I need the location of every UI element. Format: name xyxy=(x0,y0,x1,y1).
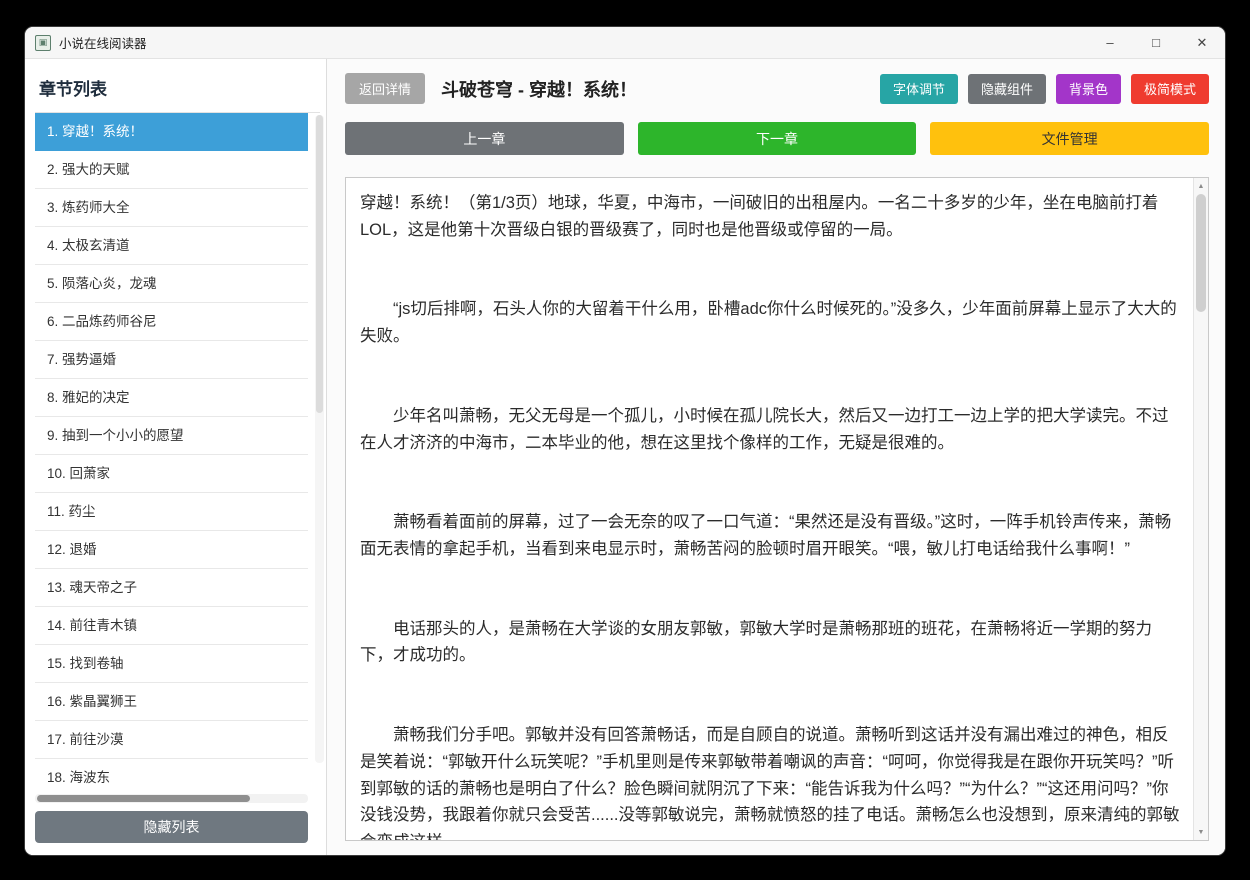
paragraph: 少年名叫萧畅，无父无母是一个孤儿，小时候在孤儿院长大，然后又一边打工一边上学的把… xyxy=(360,406,1169,452)
font-adjust-button[interactable]: 字体调节 xyxy=(879,73,958,104)
back-to-details-button[interactable]: 返回详情 xyxy=(345,73,426,104)
chapter-item[interactable]: 14. 前往青木镇 xyxy=(35,607,308,645)
chapter-item[interactable]: 10. 回萧家 xyxy=(35,455,308,493)
scroll-down-icon[interactable]: ▼ xyxy=(1194,825,1208,839)
chapter-item[interactable]: 18. 海波东 xyxy=(35,759,308,790)
hide-widgets-button[interactable]: 隐藏组件 xyxy=(967,73,1046,104)
minimal-mode-button[interactable]: 极简模式 xyxy=(1130,73,1209,104)
chapter-item[interactable]: 2. 强大的天赋 xyxy=(35,151,308,189)
maximize-button[interactable]: □ xyxy=(1133,27,1179,58)
sidebar-horizontal-scrollbar-thumb[interactable] xyxy=(37,795,250,802)
app-window: ▣ 小说在线阅读器 – □ ✕ 章节列表 1. 穿越！系统！ 2. 强大的天赋 … xyxy=(25,27,1225,855)
chapter-item[interactable]: 4. 太极玄清道 xyxy=(35,227,308,265)
sidebar-horizontal-scrollbar[interactable] xyxy=(35,794,308,803)
chapter-sidebar: 章节列表 1. 穿越！系统！ 2. 强大的天赋 3. 炼药师大全 4. 太极玄清… xyxy=(25,59,327,855)
sidebar-vertical-scrollbar-thumb[interactable] xyxy=(316,115,323,414)
reader-scrollbar-thumb[interactable] xyxy=(1196,194,1206,312)
paragraph: 电话那头的人，是萧畅在大学谈的女朋友郭敏，郭敏大学时是萧畅那班的班花，在萧畅将近… xyxy=(360,619,1152,665)
chapter-item[interactable]: 1. 穿越！系统！ xyxy=(35,113,308,151)
minimize-button[interactable]: – xyxy=(1087,27,1133,58)
chapter-item[interactable]: 12. 退婚 xyxy=(35,531,308,569)
chapter-list[interactable]: 1. 穿越！系统！ 2. 强大的天赋 3. 炼药师大全 4. 太极玄清道 5. … xyxy=(35,113,308,790)
toolbar: 字体调节 隐藏组件 背景色 极简模式 xyxy=(879,73,1209,104)
chapter-item[interactable]: 6. 二品炼药师谷尼 xyxy=(35,303,308,341)
chapter-item[interactable]: 5. 陨落心炎，龙魂 xyxy=(35,265,308,303)
chapter-item[interactable]: 9. 抽到一个小小的愿望 xyxy=(35,417,308,455)
window-title: 小说在线阅读器 xyxy=(59,37,147,51)
chapter-item[interactable]: 7. 强势逼婚 xyxy=(35,341,308,379)
paragraph: 萧畅我们分手吧。郭敏并没有回答萧畅话，而是自顾自的说道。萧畅听到这话并没有漏出难… xyxy=(360,726,1180,840)
next-chapter-button[interactable]: 下一章 xyxy=(637,122,917,155)
novel-text: 穿越！系统！（第1/3页）地球，华夏，中海市，一间破旧的出租屋内。一名二十多岁的… xyxy=(346,178,1193,840)
file-manage-button[interactable]: 文件管理 xyxy=(930,122,1210,155)
window-controls: – □ ✕ xyxy=(1087,27,1225,58)
scroll-up-icon[interactable]: ▲ xyxy=(1194,179,1208,193)
close-button[interactable]: ✕ xyxy=(1179,27,1225,58)
book-chapter-title: 斗破苍穹 - 穿越！系统！ xyxy=(441,79,638,100)
chapter-item[interactable]: 13. 魂天帝之子 xyxy=(35,569,308,607)
app-body: 章节列表 1. 穿越！系统！ 2. 强大的天赋 3. 炼药师大全 4. 太极玄清… xyxy=(25,59,1225,855)
reader-content-area[interactable]: 穿越！系统！（第1/3页）地球，华夏，中海市，一间破旧的出租屋内。一名二十多岁的… xyxy=(345,177,1209,841)
sidebar-header: 章节列表 xyxy=(35,69,320,113)
paragraph: “js切后排啊，石头人你的大留着干什么用，卧槽adc你什么时候死的。”没多久，少… xyxy=(360,300,1177,346)
desktop-background: ▣ 小说在线阅读器 – □ ✕ 章节列表 1. 穿越！系统！ 2. 强大的天赋 … xyxy=(0,0,1250,880)
hide-list-button[interactable]: 隐藏列表 xyxy=(35,811,308,843)
paragraph: 穿越！系统！（第1/3页）地球，华夏，中海市，一间破旧的出租屋内。一名二十多岁的… xyxy=(360,194,1159,239)
chapter-item[interactable]: 8. 雅妃的决定 xyxy=(35,379,308,417)
prev-chapter-button[interactable]: 上一章 xyxy=(345,122,624,155)
chapter-item[interactable]: 15. 找到卷轴 xyxy=(35,645,308,683)
reader-header: 返回详情 斗破苍穹 - 穿越！系统！ 字体调节 隐藏组件 背景色 极简模式 xyxy=(345,73,1209,104)
chapter-item[interactable]: 17. 前往沙漠 xyxy=(35,721,308,759)
chapter-nav: 上一章 下一章 文件管理 xyxy=(345,122,1210,155)
app-icon: ▣ xyxy=(35,34,51,51)
chapter-item[interactable]: 3. 炼药师大全 xyxy=(35,189,308,227)
chapter-item[interactable]: 11. 药尘 xyxy=(35,493,308,531)
background-color-button[interactable]: 背景色 xyxy=(1055,73,1121,104)
titlebar[interactable]: ▣ 小说在线阅读器 – □ ✕ xyxy=(25,27,1225,59)
reader-main: 返回详情 斗破苍穹 - 穿越！系统！ 字体调节 隐藏组件 背景色 极简模式 上一… xyxy=(327,59,1225,855)
sidebar-vertical-scrollbar[interactable] xyxy=(315,115,324,763)
paragraph: 萧畅看着面前的屏幕，过了一会无奈的叹了一口气道：“果然还是没有晋级。”这时，一阵… xyxy=(360,513,1172,559)
chapter-item[interactable]: 16. 紫晶翼狮王 xyxy=(35,683,308,721)
reader-vertical-scrollbar[interactable]: ▲ ▼ xyxy=(1193,178,1208,840)
